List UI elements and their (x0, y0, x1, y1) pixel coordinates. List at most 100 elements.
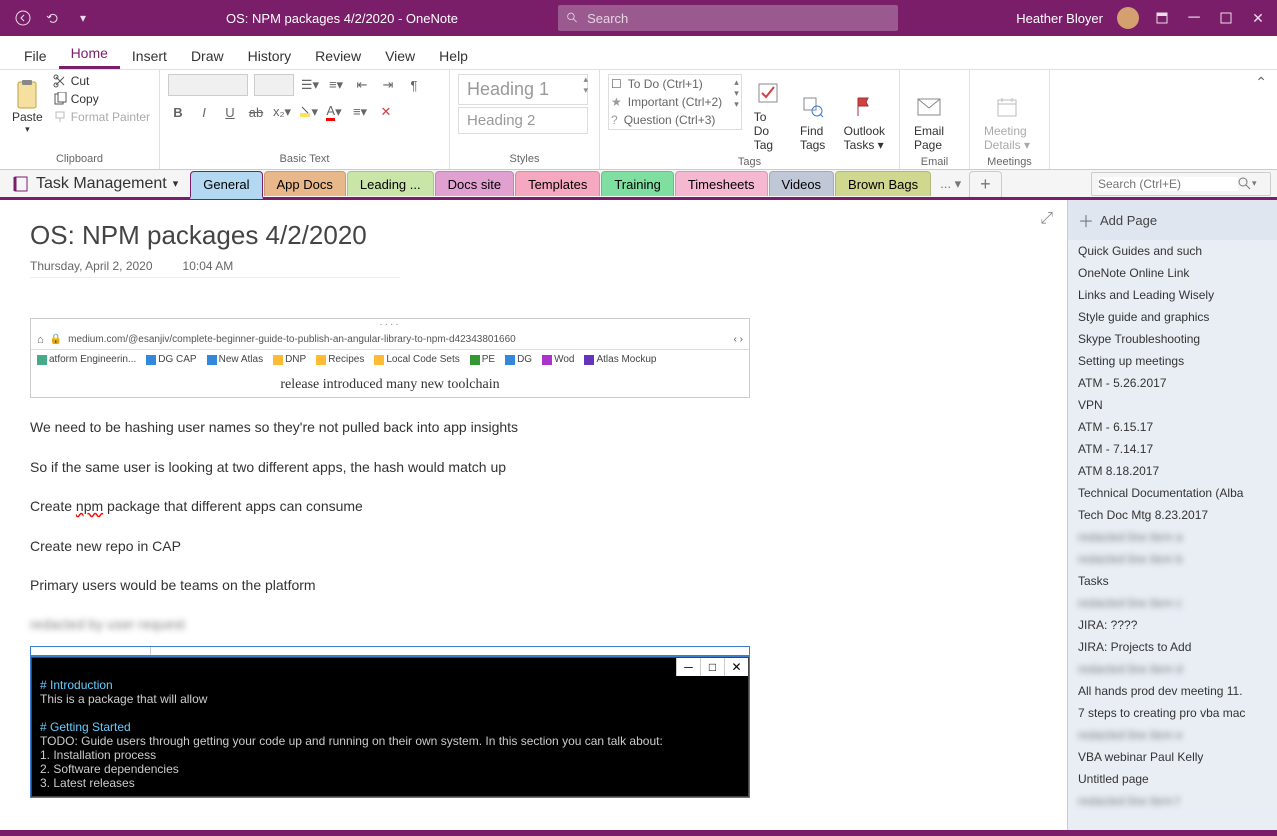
add-section-button[interactable]: + (969, 171, 1002, 197)
indent-button[interactable]: ⇥ (378, 75, 398, 95)
ribbon-tab-review[interactable]: Review (303, 42, 373, 69)
page-list-item[interactable]: Style guide and graphics (1068, 306, 1277, 328)
bullets-button[interactable]: ☰▾ (300, 75, 320, 95)
bold-button[interactable]: B (168, 102, 188, 122)
bookmark-item[interactable]: Atlas Mockup (584, 354, 656, 365)
page-search[interactable]: ▾ (1091, 172, 1271, 196)
user-name[interactable]: Heather Bloyer (1016, 11, 1103, 26)
bookmark-item[interactable]: Local Code Sets (374, 354, 459, 365)
global-search[interactable] (558, 5, 898, 31)
section-tab[interactable]: Training (601, 171, 673, 196)
email-page-button[interactable]: EmailPage (908, 74, 950, 154)
cut-button[interactable]: Cut (53, 74, 150, 88)
section-tab[interactable]: Timesheets (675, 171, 768, 196)
embedded-browser-clip[interactable]: ···· ⌂ 🔒 medium.com/@esanjiv/complete-be… (30, 318, 750, 398)
find-tags-button[interactable]: FindTags (794, 74, 832, 154)
page-list-item[interactable]: 7 steps to creating pro vba mac (1068, 702, 1277, 724)
page-list-item[interactable]: ATM - 7.14.17 (1068, 438, 1277, 460)
avatar[interactable] (1117, 7, 1139, 29)
bookmark-item[interactable]: DNP (273, 354, 306, 365)
page-list-item[interactable]: redacted line item b (1068, 548, 1277, 570)
page-list-item[interactable]: redacted line item c (1068, 592, 1277, 614)
back-icon[interactable] (14, 9, 32, 27)
page-list-item[interactable]: Links and Leading Wisely (1068, 284, 1277, 306)
page-list-item[interactable]: ATM 8.18.2017 (1068, 460, 1277, 482)
page-list-item[interactable]: VBA webinar Paul Kelly (1068, 746, 1277, 768)
page-list-item[interactable]: Technical Documentation (Alba (1068, 482, 1277, 504)
close-icon[interactable]: ✕ (724, 658, 748, 676)
note-line[interactable]: Create npm package that different apps c… (30, 497, 1037, 517)
note-line[interactable]: So if the same user is looking at two di… (30, 458, 1037, 478)
ribbon-tab-draw[interactable]: Draw (179, 42, 236, 69)
copy-button[interactable]: Copy (53, 92, 150, 106)
ribbon-tab-insert[interactable]: Insert (120, 42, 179, 69)
note-canvas[interactable]: ⤢ OS: NPM packages 4/2/2020 Thursday, Ap… (0, 200, 1067, 830)
page-list-item[interactable]: All hands prod dev meeting 11. (1068, 680, 1277, 702)
ribbon-tab-help[interactable]: Help (427, 42, 480, 69)
font-family-select[interactable] (168, 74, 248, 96)
section-tab[interactable]: Brown Bags (835, 171, 931, 196)
bookmark-item[interactable]: atform Engineerin... (37, 354, 136, 365)
style-heading1[interactable]: Heading 1 (458, 74, 588, 105)
minimize-icon[interactable]: ─ (676, 658, 700, 676)
fullscreen-icon[interactable]: ⤢ (1040, 210, 1053, 228)
minimize-icon[interactable]: ─ (1185, 9, 1203, 27)
note-line[interactable]: Create new repo in CAP (30, 537, 1037, 557)
ribbon-tab-view[interactable]: View (373, 42, 427, 69)
underline-button[interactable]: U (220, 102, 240, 122)
highlight-button[interactable]: ▾ (298, 102, 318, 122)
page-search-input[interactable] (1098, 177, 1238, 191)
page-list-item[interactable]: Untitled page (1068, 768, 1277, 790)
add-page-button[interactable]: ＋ Add Page (1068, 200, 1277, 240)
sections-overflow[interactable]: ... ▾ (932, 176, 969, 192)
bookmark-item[interactable]: DG CAP (146, 354, 196, 365)
page-list-item[interactable]: ATM - 6.15.17 (1068, 416, 1277, 438)
note-line[interactable]: Primary users would be teams on the plat… (30, 576, 1037, 596)
page-list-item[interactable]: Setting up meetings (1068, 350, 1277, 372)
page-list-item[interactable]: VPN (1068, 394, 1277, 416)
page-list-item[interactable]: redacted line item e (1068, 724, 1277, 746)
page-list-item[interactable]: Tech Doc Mtg 8.23.2017 (1068, 504, 1277, 526)
bookmark-item[interactable]: New Atlas (207, 354, 263, 365)
page-title[interactable]: OS: NPM packages 4/2/2020 (30, 220, 1037, 251)
paste-button[interactable]: Paste ▾ (8, 74, 47, 139)
para-button[interactable]: ¶ (404, 75, 424, 95)
page-list-item[interactable]: redacted line item a (1068, 526, 1277, 548)
maximize-icon[interactable] (1217, 9, 1235, 27)
style-heading2[interactable]: Heading 2 (458, 107, 588, 134)
todo-tag-button[interactable]: To DoTag (748, 74, 788, 154)
notebook-picker[interactable]: Task Management ▾ (0, 175, 190, 193)
section-tab[interactable]: Videos (769, 171, 835, 196)
outdent-button[interactable]: ⇤ (352, 75, 372, 95)
outlook-tasks-button[interactable]: OutlookTasks ▾ (838, 74, 891, 154)
maximize-icon[interactable]: □ (700, 658, 724, 676)
page-list-item[interactable]: ATM - 5.26.2017 (1068, 372, 1277, 394)
bookmark-item[interactable]: DG (505, 354, 532, 365)
numbering-button[interactable]: ≡▾ (326, 75, 346, 95)
ribbon-tab-file[interactable]: File (12, 42, 59, 69)
bookmark-item[interactable]: Wod (542, 354, 574, 365)
format-painter-button[interactable]: Format Painter (53, 110, 150, 124)
font-size-select[interactable] (254, 74, 294, 96)
undo-icon[interactable] (44, 9, 62, 27)
page-list-item[interactable]: Tasks (1068, 570, 1277, 592)
meeting-details-button[interactable]: MeetingDetails ▾ (978, 74, 1036, 154)
tags-more-icon[interactable]: ▴▾▾ (734, 77, 739, 110)
page-list-item[interactable]: Skype Troubleshooting (1068, 328, 1277, 350)
tag-gallery[interactable]: ☐To Do (Ctrl+1) ★Important (Ctrl+2) ?Que… (608, 74, 742, 130)
section-tab[interactable]: General (190, 171, 262, 199)
section-tab[interactable]: Leading ... (347, 171, 434, 196)
ribbon-mode-icon[interactable] (1153, 9, 1171, 27)
page-list-item[interactable]: OneNote Online Link (1068, 262, 1277, 284)
italic-button[interactable]: I (194, 102, 214, 122)
page-list-item[interactable]: redacted line item f (1068, 790, 1277, 812)
section-tab[interactable]: Docs site (435, 171, 514, 196)
clear-format-button[interactable]: ✕ (376, 102, 396, 122)
strike-button[interactable]: ab (246, 102, 266, 122)
styles-more-icon[interactable]: ▴▾ (583, 74, 588, 96)
note-line[interactable]: We need to be hashing user names so they… (30, 418, 1037, 438)
bookmark-item[interactable]: Recipes (316, 354, 364, 365)
section-tab[interactable]: Templates (515, 171, 600, 196)
ribbon-tab-history[interactable]: History (236, 42, 304, 69)
page-list-item[interactable]: Quick Guides and such (1068, 240, 1277, 262)
